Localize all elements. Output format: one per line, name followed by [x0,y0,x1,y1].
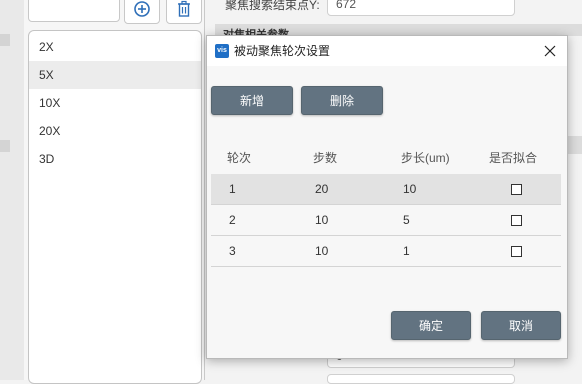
fit-cell [511,174,522,204]
table-header: 轮次 步数 步长(um) 是否拟合 [211,140,561,174]
column-header: 是否拟合 [489,150,538,165]
step-size-cell: 10 [403,182,417,196]
dialog-title: 被动聚焦轮次设置 [234,44,331,58]
steps-cell: 10 [315,244,329,258]
app-icon: vis [215,44,229,58]
steps-cell: 10 [315,213,329,227]
objective-panel: 2X 5X 10X 20X 3D [24,0,205,384]
list-item[interactable]: 3D [29,145,201,173]
step-size-cell: 5 [403,213,410,227]
round-cell: 2 [229,213,236,227]
trash-icon [178,0,190,17]
table-row[interactable]: 1 20 10 [211,174,561,205]
focus-round-dialog: vis 被动聚焦轮次设置 新增 删除 轮次 步数 步长(um) 是否拟合 1 2… [206,35,568,359]
add-round-button[interactable]: 新增 [211,86,293,115]
edge-mark [0,34,10,46]
dialog-titlebar: vis 被动聚焦轮次设置 [207,36,567,66]
column-header: 步数 [313,150,338,165]
objective-list: 2X 5X 10X 20X 3D [28,30,202,384]
edge-mark [0,140,10,152]
ok-button[interactable]: 确定 [391,311,471,340]
fit-cell [511,236,522,266]
column-header: 步长(um) [401,150,450,165]
focus-end-y-label: 聚焦搜索结束点Y: [225,0,320,12]
fit-checkbox[interactable] [511,183,522,195]
delete-round-button[interactable]: 删除 [301,86,383,115]
list-item[interactable]: 5X [29,61,201,89]
list-item[interactable]: 20X [29,117,201,145]
focus-end-y-input[interactable]: 672 [327,0,515,16]
steps-cell: 20 [315,182,329,196]
plus-circle-icon [134,1,150,17]
next-input[interactable] [327,374,515,384]
window-edge [0,0,24,380]
list-item[interactable]: 10X [29,89,201,117]
cancel-button[interactable]: 取消 [481,311,561,340]
fit-checkbox[interactable] [511,214,522,226]
fit-cell [511,205,522,235]
round-cell: 1 [229,182,236,196]
close-button[interactable] [539,40,561,62]
step-size-cell: 1 [403,244,410,258]
fit-checkbox[interactable] [511,245,522,257]
table-row[interactable]: 3 10 1 [211,236,561,267]
round-cell: 3 [229,244,236,258]
table-row[interactable]: 2 10 5 [211,205,561,236]
objective-name-input[interactable] [28,0,120,22]
add-objective-button[interactable] [124,0,160,24]
rounds-table: 轮次 步数 步长(um) 是否拟合 1 20 10 2 10 5 3 10 1 [211,140,561,267]
close-icon [544,45,556,57]
delete-objective-button[interactable] [166,0,202,24]
column-header: 轮次 [227,150,252,165]
list-item[interactable]: 2X [29,33,201,61]
